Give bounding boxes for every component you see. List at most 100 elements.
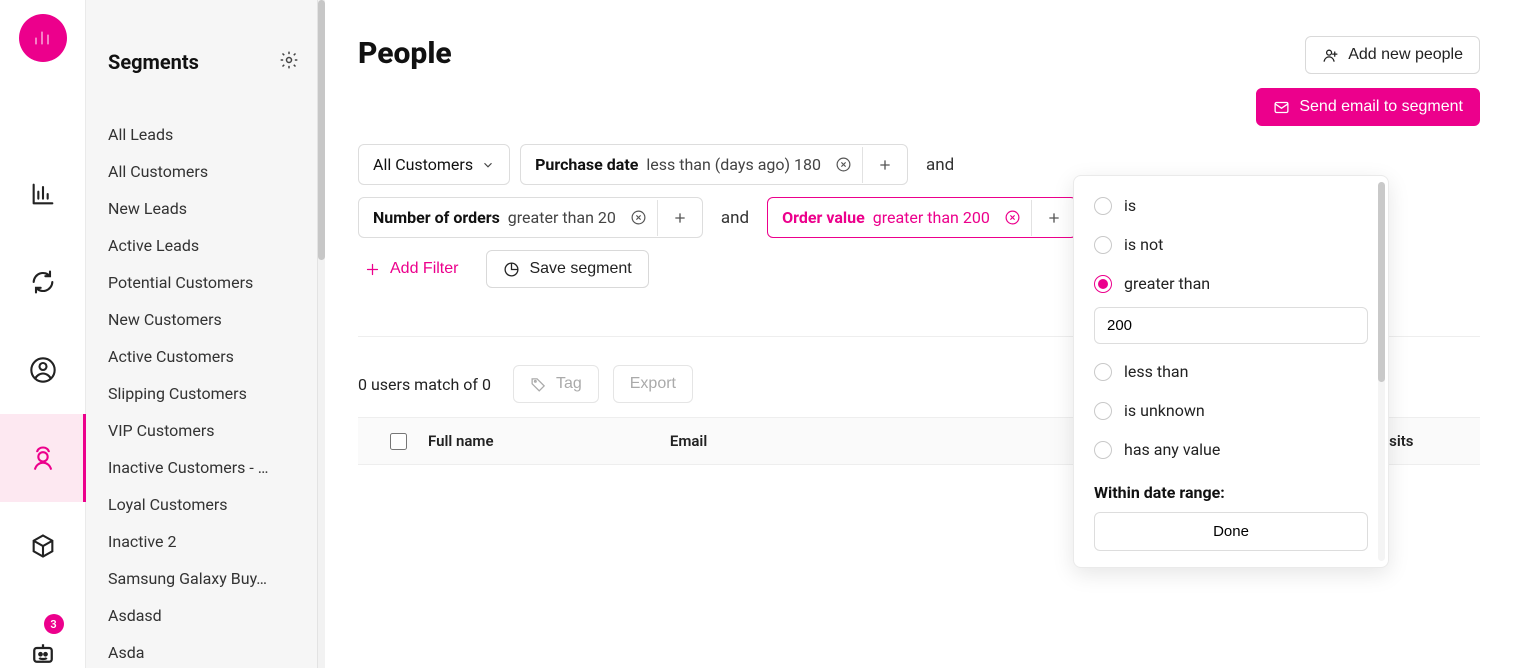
export-button[interactable]: Export	[613, 365, 693, 403]
add-condition-button[interactable]	[1031, 200, 1076, 236]
person-cap-icon	[29, 444, 57, 472]
nav-sync[interactable]	[0, 238, 86, 326]
col-full-name[interactable]: Full name	[428, 432, 670, 450]
and-label: and	[713, 208, 757, 228]
segment-item[interactable]: VIP Customers	[108, 412, 299, 449]
option-label: less than	[1124, 362, 1188, 381]
segment-item[interactable]: Potential Customers	[108, 264, 299, 301]
option-label: is unknown	[1124, 401, 1205, 420]
segments-title: Segments	[108, 50, 199, 74]
filter-chip-purchase-date[interactable]: Purchase date less than (days ago) 180	[520, 144, 908, 185]
segment-item[interactable]: Asda	[108, 634, 299, 668]
remove-filter-button[interactable]	[1004, 209, 1031, 226]
radio-icon	[1094, 441, 1112, 459]
and-label: and	[918, 155, 962, 175]
chart-icon	[29, 180, 57, 208]
nav-bot[interactable]: 3	[0, 618, 86, 668]
filter-condition: greater than 20	[508, 208, 616, 227]
segment-item[interactable]: All Customers	[108, 153, 299, 190]
option-less-than[interactable]: less than	[1074, 352, 1388, 391]
add-condition-button[interactable]	[862, 147, 907, 183]
nav-rail: 3	[0, 0, 86, 668]
remove-filter-button[interactable]	[630, 209, 657, 226]
tag-label: Tag	[556, 375, 582, 393]
segment-item[interactable]: All Leads	[108, 116, 299, 153]
pie-icon	[503, 261, 520, 278]
segment-item[interactable]: Asdasd	[108, 597, 299, 634]
add-people-button[interactable]: Add new people	[1305, 36, 1480, 74]
option-greater-than[interactable]: greater than	[1074, 264, 1388, 303]
filter-chip-number-of-orders[interactable]: Number of orders greater than 20	[358, 197, 703, 238]
segment-item[interactable]: Inactive Customers - …	[108, 449, 299, 486]
radio-icon	[1094, 197, 1112, 215]
bot-icon	[28, 638, 58, 668]
option-label: greater than	[1124, 274, 1210, 293]
tag-button[interactable]: Tag	[513, 365, 599, 403]
add-filter-button[interactable]: Add Filter	[358, 251, 474, 287]
filter-field: Order value	[782, 208, 865, 227]
plus-icon	[364, 261, 381, 278]
send-email-label: Send email to segment	[1299, 98, 1463, 116]
segment-item[interactable]: New Leads	[108, 190, 299, 227]
filter-field: Number of orders	[373, 208, 500, 227]
send-email-button[interactable]: Send email to segment	[1256, 88, 1480, 126]
bars-icon	[31, 26, 55, 50]
person-gear-icon	[29, 356, 57, 384]
mail-icon	[1273, 99, 1290, 116]
segment-item[interactable]: Samsung Galaxy Buy…	[108, 560, 299, 597]
chevron-down-icon	[481, 158, 495, 172]
filter-field: Purchase date	[535, 155, 638, 174]
close-circle-icon	[1004, 209, 1021, 226]
done-button[interactable]: Done	[1094, 512, 1368, 551]
segment-item[interactable]: Active Leads	[108, 227, 299, 264]
radio-icon	[1094, 402, 1112, 420]
save-segment-label: Save segment	[529, 260, 631, 278]
within-date-range-label: Within date range:	[1074, 469, 1388, 512]
filter-condition: greater than 200	[873, 208, 990, 227]
user-plus-icon	[1322, 47, 1339, 64]
segments-list: All Leads All Customers New Leads Active…	[108, 116, 299, 668]
radio-icon	[1094, 236, 1112, 254]
export-label: Export	[630, 375, 676, 393]
option-label: is	[1124, 196, 1136, 215]
close-circle-icon	[835, 156, 852, 173]
segment-item[interactable]: New Customers	[108, 301, 299, 338]
nav-contacts[interactable]	[0, 326, 86, 414]
segment-item[interactable]: Slipping Customers	[108, 375, 299, 412]
segments-settings-button[interactable]	[279, 50, 299, 74]
radio-selected-icon	[1094, 275, 1112, 293]
nav-people[interactable]	[0, 414, 86, 502]
remove-filter-button[interactable]	[835, 156, 862, 173]
box-icon	[29, 532, 57, 560]
plus-icon	[877, 157, 893, 173]
plus-icon	[1046, 210, 1062, 226]
popover-scrollbar-thumb[interactable]	[1378, 182, 1385, 382]
add-people-label: Add new people	[1348, 46, 1463, 64]
nav-products[interactable]	[0, 502, 86, 590]
option-is-not[interactable]: is not	[1074, 225, 1388, 264]
segment-item[interactable]: Active Customers	[108, 338, 299, 375]
option-has-any-value[interactable]: has any value	[1074, 430, 1388, 469]
plus-icon	[672, 210, 688, 226]
gear-icon	[279, 50, 299, 70]
col-email[interactable]: Email	[670, 432, 912, 450]
option-is-unknown[interactable]: is unknown	[1074, 391, 1388, 430]
base-segment-dropdown[interactable]: All Customers	[358, 144, 510, 185]
filter-chip-order-value[interactable]: Order value greater than 200	[767, 197, 1077, 238]
tag-icon	[530, 376, 547, 393]
add-condition-button[interactable]	[657, 200, 702, 236]
segments-panel: Segments All Leads All Customers New Lea…	[86, 0, 318, 668]
add-filter-label: Add Filter	[390, 260, 458, 278]
condition-value-input[interactable]	[1094, 307, 1368, 344]
select-all-checkbox[interactable]	[390, 433, 407, 450]
segment-item[interactable]: Inactive 2	[108, 523, 299, 560]
base-segment-label: All Customers	[373, 155, 473, 174]
nav-dashboard[interactable]	[0, 150, 86, 238]
app-logo[interactable]	[19, 14, 67, 62]
main-content: People Add new people Send email to segm…	[318, 0, 1520, 668]
close-circle-icon	[630, 209, 647, 226]
results-count: 0 users match of 0	[358, 375, 491, 394]
option-is[interactable]: is	[1074, 186, 1388, 225]
save-segment-button[interactable]: Save segment	[486, 250, 648, 288]
segment-item[interactable]: Loyal Customers	[108, 486, 299, 523]
